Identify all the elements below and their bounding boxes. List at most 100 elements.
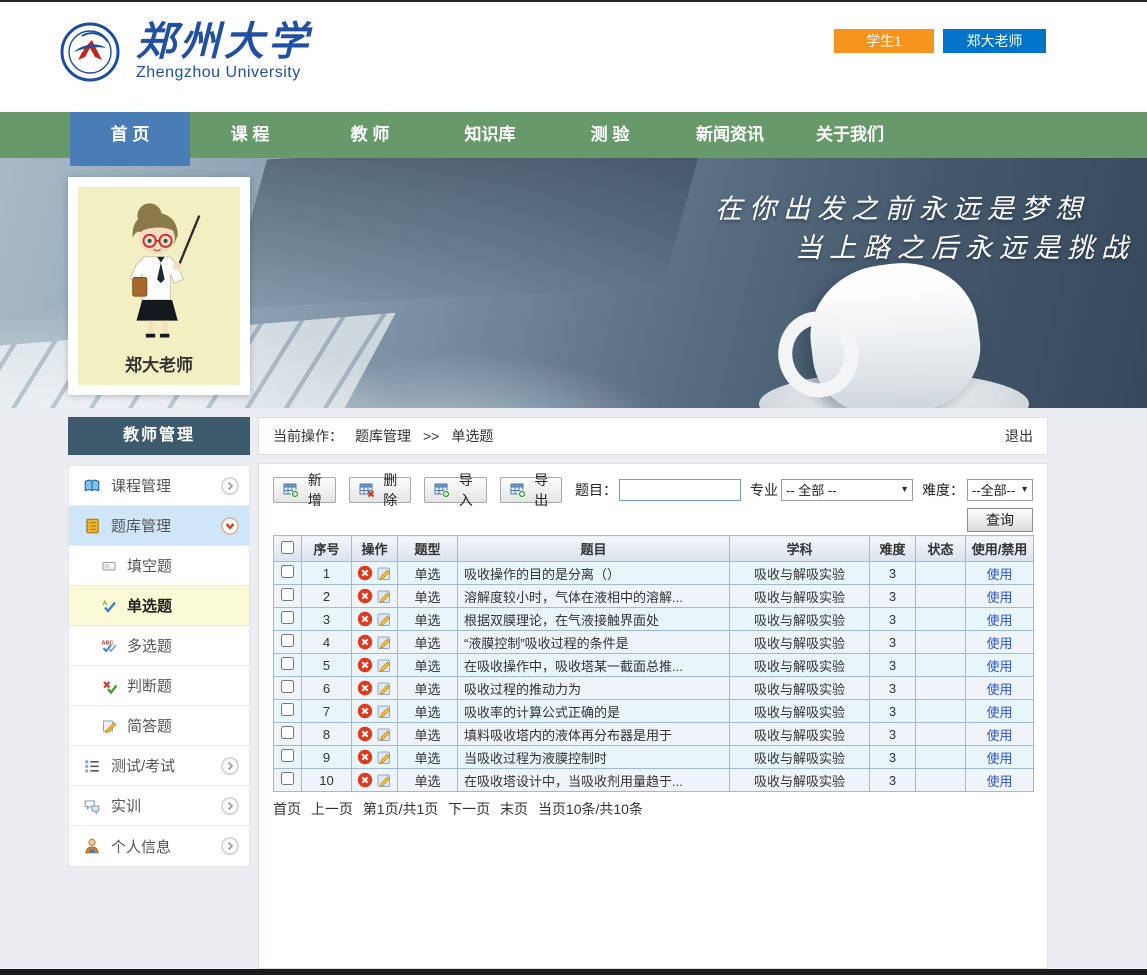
teacher-button[interactable]: 郑大老师 — [943, 29, 1046, 53]
row-checkbox[interactable] — [281, 657, 294, 670]
use-link[interactable]: 使用 — [986, 751, 1012, 766]
row-difficulty: 3 — [870, 562, 916, 585]
sidebar-item-course-mgmt[interactable]: 课程管理 — [69, 466, 249, 506]
export-button[interactable]: 导出 — [500, 477, 563, 503]
edit-icon[interactable] — [376, 565, 392, 581]
use-link[interactable]: 使用 — [986, 636, 1012, 651]
nav-tab-teachers[interactable]: 教 师 — [310, 112, 430, 158]
nav-tab-about[interactable]: 关于我们 — [790, 112, 910, 158]
chevron-right-icon — [221, 797, 239, 815]
table-delete-icon — [359, 482, 375, 498]
major-filter-label: 专业 — [750, 480, 778, 500]
row-status — [916, 585, 966, 608]
sidebar-item-single-choice[interactable]: 单选题 — [69, 586, 249, 626]
col-header-difficulty: 难度 — [870, 536, 916, 562]
pagination-last[interactable]: 末页 — [500, 801, 528, 817]
edit-icon[interactable] — [376, 634, 392, 650]
edit-icon[interactable] — [376, 772, 392, 788]
sidebar-item-practice[interactable]: 实训 — [69, 786, 249, 826]
title-filter-input[interactable] — [619, 479, 741, 501]
edit-icon[interactable] — [376, 680, 392, 696]
nav-tab-news[interactable]: 新闻资讯 — [670, 112, 790, 158]
add-button[interactable]: 新增 — [273, 477, 336, 503]
delete-icon[interactable] — [357, 588, 373, 604]
search-button[interactable]: 查询 — [967, 508, 1033, 532]
sidebar-item-personal-info[interactable]: 个人信息 — [69, 826, 249, 866]
col-header-title: 题目 — [458, 536, 730, 562]
delete-icon[interactable] — [357, 726, 373, 742]
list-icon — [83, 757, 101, 775]
row-title: 在吸收塔设计中，当吸收剂用量趋于... — [458, 769, 730, 792]
delete-icon[interactable] — [357, 565, 373, 581]
row-type: 单选 — [398, 585, 458, 608]
row-status — [916, 631, 966, 654]
major-select[interactable]: -- 全部 -- — [781, 479, 913, 501]
table-row: 7 单选 吸收率的计算公式正确的是 吸收与解吸实验 3 使用 — [274, 700, 1034, 723]
delete-icon[interactable] — [357, 772, 373, 788]
row-difficulty: 3 — [870, 769, 916, 792]
row-checkbox[interactable] — [281, 772, 294, 785]
pagination-prev[interactable]: 上一页 — [311, 801, 353, 817]
multi-choice-icon — [101, 638, 117, 654]
table-row: 9 单选 当吸收过程为液膜控制时 吸收与解吸实验 3 使用 — [274, 746, 1034, 769]
delete-icon[interactable] — [357, 611, 373, 627]
edit-icon[interactable] — [376, 588, 392, 604]
table-row: 3 单选 根据双膜理论，在气液接触界面处 吸收与解吸实验 3 使用 — [274, 608, 1034, 631]
pagination-first[interactable]: 首页 — [273, 801, 301, 817]
row-no: 7 — [302, 700, 352, 723]
sidebar-item-test-exam[interactable]: 测试/考试 — [69, 746, 249, 786]
row-checkbox[interactable] — [281, 588, 294, 601]
sidebar-item-fill-blank[interactable]: 填空题 — [69, 546, 249, 586]
sidebar-item-multi-choice[interactable]: 多选题 — [69, 626, 249, 666]
use-link[interactable]: 使用 — [986, 590, 1012, 605]
row-difficulty: 3 — [870, 654, 916, 677]
title-filter-label: 题目： — [575, 480, 617, 500]
student-button[interactable]: 学生1 — [834, 29, 934, 53]
row-checkbox[interactable] — [281, 680, 294, 693]
edit-icon[interactable] — [376, 726, 392, 742]
pagination: 首页 上一页 第1页/共1页 下一页 末页 当页10条/共10条 — [273, 799, 1033, 819]
difficulty-select[interactable]: --全部-- — [967, 479, 1033, 501]
use-link[interactable]: 使用 — [986, 613, 1012, 628]
row-checkbox[interactable] — [281, 565, 294, 578]
edit-icon[interactable] — [376, 657, 392, 673]
question-table: 序号 操作 题型 题目 学科 难度 状态 使用/禁用 1 单选 吸收操作的目的是… — [273, 535, 1034, 792]
row-checkbox[interactable] — [281, 611, 294, 624]
use-link[interactable]: 使用 — [986, 728, 1012, 743]
chevron-down-icon — [221, 517, 239, 535]
row-checkbox[interactable] — [281, 726, 294, 739]
row-checkbox[interactable] — [281, 634, 294, 647]
delete-icon[interactable] — [357, 680, 373, 696]
sidebar-item-label: 实训 — [111, 795, 141, 816]
delete-icon[interactable] — [357, 703, 373, 719]
import-button[interactable]: 导入 — [424, 477, 487, 503]
nav-tab-knowledge[interactable]: 知识库 — [430, 112, 550, 158]
sidebar-item-judge[interactable]: 判断题 — [69, 666, 249, 706]
row-type: 单选 — [398, 769, 458, 792]
sidebar-item-short-answer[interactable]: 简答题 — [69, 706, 249, 746]
logout-link[interactable]: 退出 — [1005, 426, 1033, 446]
pagination-next[interactable]: 下一页 — [448, 801, 490, 817]
row-checkbox[interactable] — [281, 703, 294, 716]
row-checkbox[interactable] — [281, 749, 294, 762]
delete-icon[interactable] — [357, 657, 373, 673]
delete-icon[interactable] — [357, 634, 373, 650]
sidebar-title: 教师管理 — [68, 417, 250, 455]
edit-icon[interactable] — [376, 703, 392, 719]
delete-icon[interactable] — [357, 749, 373, 765]
edit-icon[interactable] — [376, 611, 392, 627]
nav-tab-courses[interactable]: 课 程 — [190, 112, 310, 158]
edit-icon[interactable] — [376, 749, 392, 765]
nav-tab-home[interactable]: 首 页 — [70, 112, 190, 166]
chevron-right-icon — [221, 477, 239, 495]
nav-tab-tests[interactable]: 测 验 — [550, 112, 670, 158]
sidebar-item-question-bank[interactable]: 题库管理 — [69, 506, 249, 546]
university-seal-icon — [60, 22, 120, 82]
use-link[interactable]: 使用 — [986, 682, 1012, 697]
use-link[interactable]: 使用 — [986, 705, 1012, 720]
use-link[interactable]: 使用 — [986, 659, 1012, 674]
delete-button[interactable]: 删除 — [349, 477, 412, 503]
use-link[interactable]: 使用 — [986, 567, 1012, 582]
select-all-checkbox[interactable] — [281, 541, 294, 554]
use-link[interactable]: 使用 — [986, 774, 1012, 789]
